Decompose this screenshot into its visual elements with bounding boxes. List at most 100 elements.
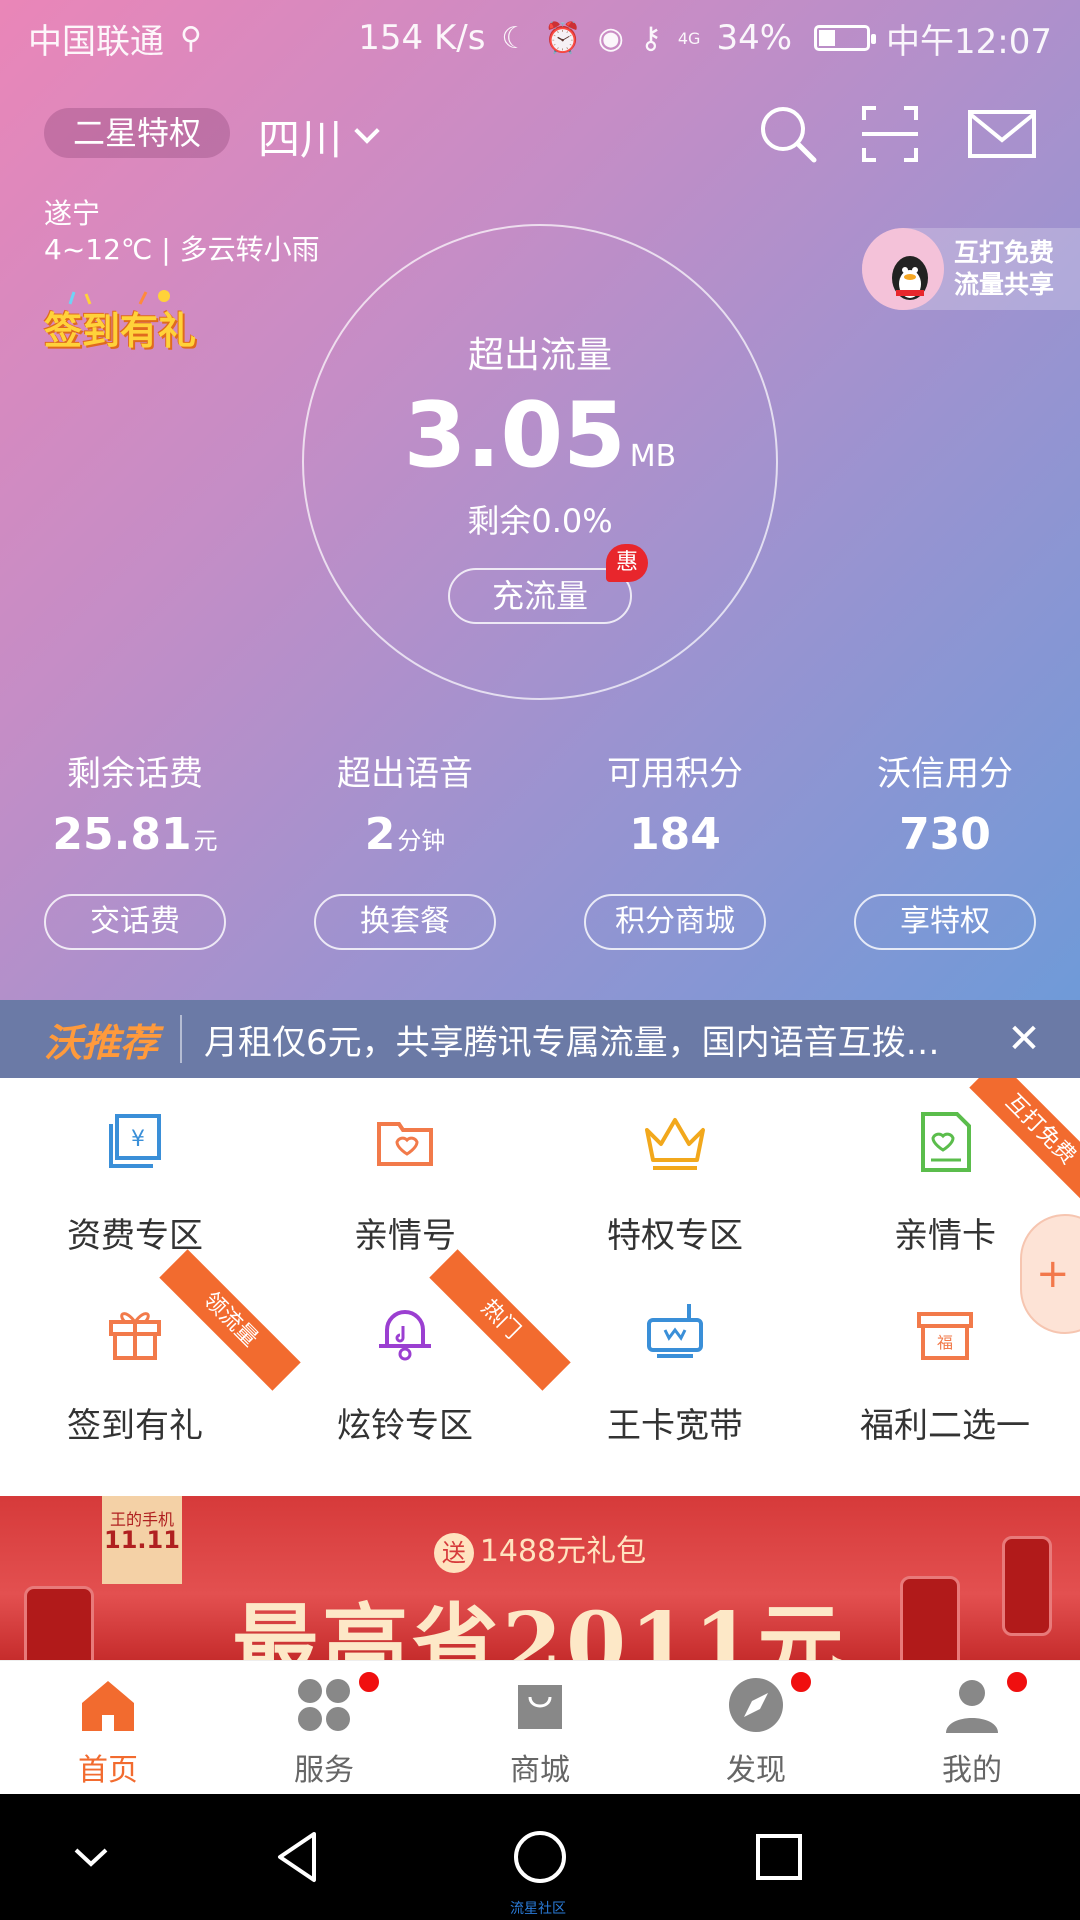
usage-circle[interactable]: 超出流量 3.05 MB 剩余0.0% 充流量 惠 [302,224,778,700]
stat-unit: 分钟 [397,827,446,855]
stat-label: 剩余话费 [67,754,203,794]
service-privilege[interactable]: 特权专区 [540,1078,810,1268]
recharge-data-button[interactable]: 充流量 [448,568,632,624]
checkin-logo[interactable]: 签到有礼 [44,300,196,355]
service-label: 王卡宽带 [607,1406,743,1446]
service-label: 签到有礼 [67,1406,203,1446]
stat-value: 2分钟 [270,809,540,860]
tab-label: 首页 [78,1753,138,1788]
crown-icon [645,1118,705,1170]
promo-ribbon: 互打免费 [969,1078,1080,1201]
weather-widget[interactable]: 遂宁 4~12℃ | 多云转小雨 [44,196,320,268]
svg-text:¥: ¥ [131,1127,145,1152]
tariff-icon: ¥ [109,1114,161,1168]
stat-value: 730 [810,809,1080,860]
stat-balance[interactable]: 剩余话费 25.81元 [0,746,270,860]
points-mall-button[interactable]: 积分商城 [584,894,766,950]
tab-home[interactable]: 首页 [0,1661,216,1794]
bag-icon [518,1685,562,1729]
compass-icon [729,1678,783,1732]
scan-icon[interactable] [858,102,922,166]
divider [180,1015,183,1063]
home-circle-icon[interactable] [505,1822,575,1892]
top-bar: 二星特权 四川 [0,100,1080,170]
notification-dot [1004,1669,1030,1695]
tab-services[interactable]: 服务 [216,1661,432,1794]
stat-number: 184 [629,809,721,860]
promo-line-1: 互打免费 [954,238,1055,267]
mail-icon[interactable] [966,102,1038,166]
privileges-button[interactable]: 享特权 [854,894,1036,950]
gift-box-icon: 福 [917,1312,973,1360]
family-card-promo[interactable]: 互打免费 流量共享 [862,228,1080,310]
clock: 中午12:07 [886,21,1052,62]
recents-icon[interactable] [744,1822,814,1892]
service-broadband[interactable]: 王卡宽带 [540,1268,810,1458]
stat-label: 沃信用分 [877,754,1013,794]
tab-label: 我的 [942,1753,1002,1788]
notification-dot [356,1669,382,1695]
gift-icon [109,1312,161,1360]
weather-city: 遂宁 [44,197,101,230]
service-grid: ¥ 资费专区 亲情号 特权专区 亲情卡 互打免费 签到有礼 领流量 炫铃专区 热… [0,1078,1080,1496]
service-family-number[interactable]: 亲情号 [270,1078,540,1268]
carrier-label: 中国联通 [28,21,164,62]
pay-bill-button[interactable]: 交话费 [44,894,226,950]
recommend-text: 月租仅6元，共享腾讯专属流量，国内语音互拨… [204,1022,940,1063]
user-icon [946,1680,998,1733]
tab-mall[interactable]: 商城 [432,1661,648,1794]
router-icon [647,1304,703,1358]
stat-unit: 元 [193,827,218,855]
service-checkin[interactable]: 签到有礼 领流量 [0,1249,301,1458]
province-label: 四川 [258,115,343,164]
tab-label: 发现 [726,1753,786,1788]
tab-discover[interactable]: 发现 [648,1661,864,1794]
banner-headline: 最高省2011元 [232,1594,848,1660]
moon-icon: ☾ [501,20,529,56]
hero-section: 中国联通 ⚲ 154 K/s ☾ ⏰ ◉ ⚷ 4G 34% 中午12:07 二星… [0,0,1080,1000]
service-label: 炫铃专区 [337,1406,473,1446]
close-icon[interactable]: ✕ [994,1016,1054,1062]
service-tariff[interactable]: ¥ 资费专区 [0,1078,270,1268]
status-bar: 中国联通 ⚲ 154 K/s ☾ ⏰ ◉ ⚷ 4G 34% 中午12:07 [0,0,1080,76]
sim-card-icon [921,1112,971,1172]
stat-number: 25.81 [52,809,192,860]
service-ringtone[interactable]: 炫铃专区 热门 [270,1249,571,1458]
grid-icon [298,1679,350,1731]
usage-value: 3.05 MB [304,386,776,507]
key-icon: ⚷ [639,20,662,56]
promo-banner[interactable]: 王的手机 11.11 送 1488元礼包 最高省2011元 [0,1496,1080,1660]
stat-voice[interactable]: 超出语音 2分钟 [270,746,540,860]
banner-gift-text: 1488元礼包 [479,1534,647,1569]
province-selector[interactable]: 四川 [258,106,380,167]
stat-points[interactable]: 可用积分 184 [540,746,810,860]
tab-profile[interactable]: 我的 [864,1661,1080,1794]
tab-label: 商城 [510,1753,570,1788]
penguin-icon [862,228,944,310]
banner-gift: 送 1488元礼包 [0,1526,1080,1573]
stat-credit[interactable]: 沃信用分 730 [810,746,1080,860]
chevron-down-icon[interactable] [56,1822,126,1892]
chevron-down-icon [354,117,380,144]
stat-number: 730 [899,809,991,860]
add-floating-button[interactable]: + [1020,1214,1080,1334]
usage-remaining: 剩余0.0% [467,502,613,540]
search-icon[interactable] [756,102,820,166]
eye-icon: ◉ [597,20,624,56]
tier-badge[interactable]: 二星特权 [44,108,230,158]
stat-label: 超出语音 [337,754,473,794]
bell-icon [379,1310,431,1361]
back-icon[interactable] [264,1822,334,1892]
gift-badge-icon: 送 [433,1533,474,1573]
alarm-icon: ⏰ [544,20,582,56]
promo-line-2: 流量共享 [954,270,1055,299]
service-label: 亲情号 [354,1216,456,1256]
usage-number: 3.05 [403,383,626,488]
stat-label: 可用积分 [607,754,743,794]
change-plan-button[interactable]: 换套餐 [314,894,496,950]
home-icon [82,1681,134,1731]
signal-tower-icon: ⚲ [180,20,202,56]
battery-icon [814,25,877,51]
system-nav-bar: 流星社区 [0,1794,1080,1920]
recommend-bar[interactable]: 沃推荐 月租仅6元，共享腾讯专属流量，国内语音互拨… ✕ [0,1000,1080,1078]
